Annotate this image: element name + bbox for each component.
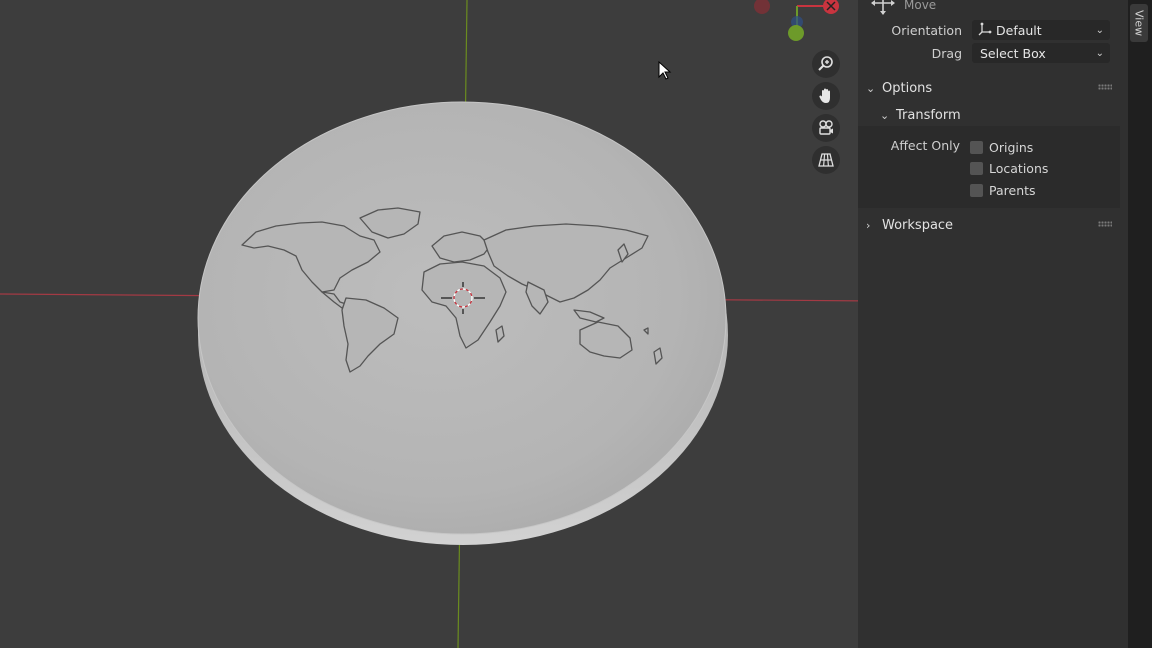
orientation-axes-icon xyxy=(978,22,992,39)
orientation-row: Orientation Default ⌄ xyxy=(858,19,1120,41)
drag-dropdown[interactable]: Select Box ⌄ xyxy=(972,43,1110,63)
transform-subpanel-header[interactable]: ⌄ Transform xyxy=(858,103,1134,127)
zoom-button[interactable] xyxy=(812,50,840,78)
sidebar-tool-panel: Move Orientation Default ⌄ Drag Select B… xyxy=(858,0,1128,648)
affect-only-label: Affect Only xyxy=(890,138,960,153)
move-tool-icon xyxy=(870,0,896,19)
tool-name: Move xyxy=(904,0,937,12)
workspace-label: Workspace xyxy=(882,217,954,233)
perspective-grid-icon xyxy=(817,151,835,169)
orientation-dropdown[interactable]: Default ⌄ xyxy=(972,20,1110,40)
camera-view-button[interactable] xyxy=(812,114,840,142)
chevron-down-icon: ⌄ xyxy=(866,81,876,95)
checkbox-box[interactable] xyxy=(970,183,983,197)
perspective-toggle-button[interactable] xyxy=(812,146,840,174)
parents-label: Parents xyxy=(989,182,1036,198)
drag-grip-icon[interactable] xyxy=(1098,84,1112,90)
hand-pan-icon xyxy=(817,87,835,105)
mouse-pointer-icon xyxy=(658,60,672,80)
origins-label: Origins xyxy=(989,139,1034,155)
checkbox-box[interactable] xyxy=(970,161,983,175)
orientation-label: Orientation xyxy=(891,22,962,38)
origins-checkbox[interactable]: Origins xyxy=(970,137,1033,157)
workspace-panel-header[interactable]: › Workspace xyxy=(858,213,1120,237)
sidebar-tabs xyxy=(1128,0,1152,648)
pan-button[interactable] xyxy=(812,82,840,110)
locations-checkbox[interactable]: Locations xyxy=(970,158,1048,178)
drag-value: Select Box xyxy=(980,45,1046,61)
drag-grip-icon[interactable] xyxy=(1098,221,1112,227)
chevron-down-icon: ⌄ xyxy=(1095,24,1104,36)
transform-label: Transform xyxy=(896,107,961,123)
chevron-down-icon: ⌄ xyxy=(1095,47,1104,59)
checkbox-box[interactable] xyxy=(970,140,983,154)
zoom-icon xyxy=(817,55,835,73)
tab-view[interactable]: View xyxy=(1130,4,1148,42)
gizmo-y[interactable] xyxy=(788,25,804,41)
active-tool-header: Move xyxy=(870,0,936,19)
drag-label: Drag xyxy=(931,45,962,61)
navigation-gizmo[interactable] xyxy=(754,0,839,41)
drag-row: Drag Select Box ⌄ xyxy=(858,42,1120,64)
orientation-value: Default xyxy=(996,22,1042,38)
camera-view-icon xyxy=(817,119,835,137)
parents-checkbox[interactable]: Parents xyxy=(970,180,1036,200)
options-label: Options xyxy=(882,80,933,96)
chevron-down-icon: ⌄ xyxy=(880,108,890,122)
gizmo-neg-x[interactable] xyxy=(754,0,770,14)
chevron-right-icon: › xyxy=(866,218,871,232)
options-panel-header[interactable]: ⌄ Options xyxy=(858,76,1120,100)
locations-label: Locations xyxy=(989,160,1049,176)
